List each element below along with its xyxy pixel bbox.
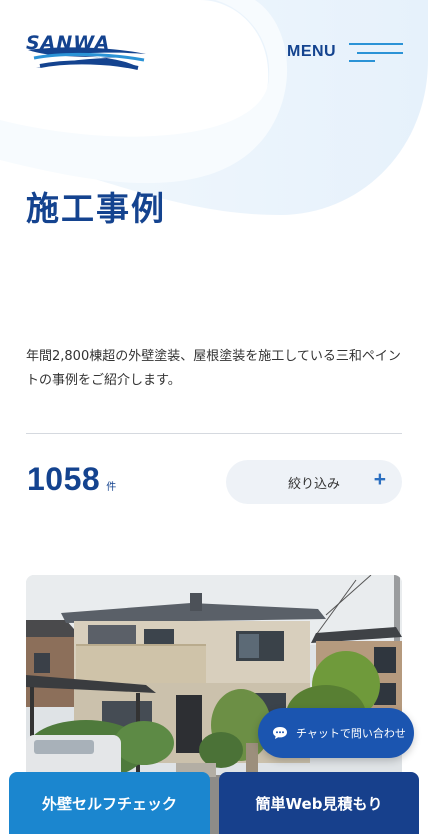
page-title: 施工事例 (26, 189, 166, 228)
self-check-button[interactable]: 外壁セルフチェック (9, 772, 210, 834)
menu-label[interactable]: MENU (287, 43, 336, 61)
sanwa-logo[interactable]: SANWA (26, 32, 148, 74)
filter-label: 絞り込み (288, 477, 341, 492)
result-count: 1058 件 (27, 461, 116, 498)
result-count-unit: 件 (106, 482, 117, 493)
divider (26, 433, 402, 434)
plus-icon: + (373, 468, 386, 491)
logo-swoosh-icon (28, 47, 146, 70)
chat-bubble-icon (273, 727, 287, 739)
web-estimate-button[interactable]: 簡単Web見積もり (219, 772, 419, 834)
chat-inquiry-button[interactable]: チャットで問い合わせ (258, 708, 414, 758)
chat-label: チャットで問い合わせ (296, 727, 406, 740)
hamburger-menu-icon[interactable] (347, 41, 403, 65)
filter-button[interactable]: 絞り込み + (226, 460, 402, 504)
result-count-number: 1058 (27, 461, 101, 497)
intro-text: 年間2,800棟超の外壁塗装、屋根塗装を施工している三和ペイントの事例をご紹介し… (26, 349, 401, 388)
